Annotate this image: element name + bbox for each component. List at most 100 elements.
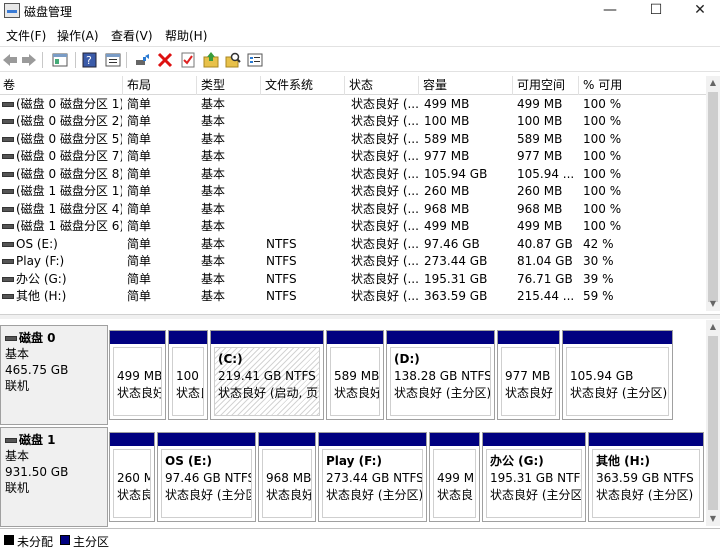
up-folder-icon[interactable] bbox=[202, 51, 220, 69]
partition-d-block[interactable]: (D:) 138.28 GB NTFS 状态良好 (主分区) bbox=[386, 330, 495, 420]
scroll-thumb[interactable] bbox=[708, 92, 718, 302]
partition-status: 状态良 bbox=[117, 488, 151, 502]
partition-size: 273.44 GB NTFS bbox=[326, 471, 423, 485]
check-icon[interactable] bbox=[179, 51, 197, 69]
disk-0-label[interactable]: 磁盘 0 基本 465.75 GB 联机 bbox=[0, 325, 108, 425]
partition-block[interactable]: 589 MB 状态良好 bbox=[326, 330, 384, 420]
table-row[interactable]: (磁盘 0 磁盘分区 5) 简单 基本 状态良好 (... 589 MB 589 MB 10… bbox=[0, 131, 706, 148]
partition-block[interactable]: 499 M 状态良 bbox=[429, 432, 480, 522]
partition-status: 状态良好 bbox=[117, 386, 162, 400]
column-header-capacity[interactable]: 容量 bbox=[420, 76, 513, 95]
partition-g-block[interactable]: 办公 (G:) 195.31 GB NTFS 状态良好 (主分区) bbox=[482, 432, 586, 522]
disk-name: 磁盘 1 bbox=[19, 433, 56, 447]
scroll-down-icon[interactable]: ▼ bbox=[706, 297, 720, 311]
partition-status: 状态良好 (主分区) bbox=[570, 386, 668, 400]
cell-type: 基本 bbox=[201, 114, 226, 129]
column-header-percent-free[interactable]: % 可用 bbox=[580, 76, 706, 95]
window-title: 磁盘管理 bbox=[24, 5, 73, 19]
scroll-down-icon[interactable]: ▼ bbox=[706, 512, 720, 526]
cell-status: 状态良好 (... bbox=[351, 271, 419, 286]
menu-file[interactable]: 文件(F) bbox=[6, 27, 46, 44]
volume-icon bbox=[2, 293, 14, 299]
partition-size: 499 MB bbox=[117, 369, 162, 383]
table-row[interactable]: (磁盘 0 磁盘分区 1) 简单 基本 状态良好 (... 499 MB 499 MB 10… bbox=[0, 96, 706, 113]
pane-splitter[interactable] bbox=[0, 314, 720, 319]
column-header-free-space[interactable]: 可用空间 bbox=[514, 76, 579, 95]
cell-capacity: 589 MB bbox=[424, 131, 470, 146]
back-icon[interactable] bbox=[1, 51, 19, 69]
volume-list-scrollbar[interactable]: ▲ ▼ bbox=[706, 76, 720, 311]
partition-block[interactable]: 100 M 状态良 bbox=[168, 330, 208, 420]
partition-block[interactable]: 977 MB 状态良好 bbox=[497, 330, 560, 420]
cell-capacity: 100 MB bbox=[424, 114, 470, 129]
volume-list-header: 卷 布局 类型 文件系统 状态 容量 可用空间 % 可用 bbox=[0, 76, 706, 95]
table-row[interactable]: OS (E:) 简单 基本 NTFS 状态良好 (... 97.46 GB 40.87 GB… bbox=[0, 236, 706, 253]
help-icon[interactable]: ? bbox=[81, 51, 99, 69]
menu-action[interactable]: 操作(A) bbox=[57, 27, 99, 44]
menu-view[interactable]: 查看(V) bbox=[111, 27, 153, 44]
disk-icon bbox=[5, 336, 17, 341]
partition-e-block[interactable]: OS (E:) 97.46 GB NTFS 状态良好 (主分区 bbox=[157, 432, 256, 522]
cell-layout: 简单 bbox=[127, 166, 152, 181]
disk-type: 基本 bbox=[5, 347, 30, 361]
column-header-layout[interactable]: 布局 bbox=[124, 76, 197, 95]
cell-percent-free: 100 % bbox=[583, 114, 622, 129]
properties-icon[interactable] bbox=[104, 51, 122, 69]
table-row[interactable]: 办公 (G:) 简单 基本 NTFS 状态良好 (... 195.31 GB 76.71 G… bbox=[0, 271, 706, 288]
volume-icon bbox=[2, 224, 14, 230]
delete-icon[interactable] bbox=[156, 51, 174, 69]
partition-block[interactable]: 105.94 GB 状态良好 (主分区) bbox=[562, 330, 673, 420]
partition-block[interactable]: 260 M 状态良 bbox=[109, 432, 155, 522]
disk-state: 联机 bbox=[5, 481, 30, 495]
cell-capacity: 363.59 GB bbox=[424, 288, 488, 303]
console-tree-icon[interactable] bbox=[51, 51, 69, 69]
table-row[interactable]: (磁盘 1 磁盘分区 6) 简单 基本 状态良好 (... 499 MB 499 MB 10… bbox=[0, 218, 706, 235]
forward-icon[interactable] bbox=[20, 51, 38, 69]
connect-icon[interactable] bbox=[133, 51, 151, 69]
partition-block[interactable]: 968 MB 状态良好 bbox=[258, 432, 316, 522]
partition-name: (C:) bbox=[218, 352, 243, 366]
column-header-status[interactable]: 状态 bbox=[346, 76, 419, 95]
cell-capacity: 977 MB bbox=[424, 149, 470, 164]
column-header-filesystem[interactable]: 文件系统 bbox=[262, 76, 345, 95]
table-row[interactable]: (磁盘 0 磁盘分区 8) 简单 基本 状态良好 (... 105.94 GB 105.9… bbox=[0, 166, 706, 183]
disk-1-label[interactable]: 磁盘 1 基本 931.50 GB 联机 bbox=[0, 427, 108, 527]
partition-block[interactable]: 499 MB 状态良好 bbox=[109, 330, 166, 420]
volume-icon bbox=[2, 154, 14, 160]
volume-icon bbox=[2, 189, 14, 195]
table-row[interactable]: 其他 (H:) 简单 基本 NTFS 状态良好 (... 363.59 GB 215.44 … bbox=[0, 288, 706, 305]
cell-layout: 简单 bbox=[127, 97, 152, 111]
table-row[interactable]: Play (F:) 简单 基本 NTFS 状态良好 (... 273.44 GB 81.04… bbox=[0, 253, 706, 270]
settings-icon[interactable] bbox=[246, 51, 264, 69]
partition-f-block[interactable]: Play (F:) 273.44 GB NTFS 状态良好 (主分区) bbox=[318, 432, 427, 522]
cell-layout: 简单 bbox=[127, 149, 152, 164]
close-button[interactable]: ✕ bbox=[678, 0, 720, 22]
disk-view-scrollbar[interactable]: ▲ ▼ bbox=[706, 320, 720, 526]
scroll-thumb[interactable] bbox=[708, 336, 718, 510]
find-icon[interactable] bbox=[224, 51, 242, 69]
partition-c-block[interactable]: (C:) 219.41 GB NTFS 状态良好 (启动, 页面 bbox=[210, 330, 324, 420]
cell-type: 基本 bbox=[201, 149, 226, 164]
table-row[interactable]: (磁盘 0 磁盘分区 7) 简单 基本 状态良好 (... 977 MB 977 MB 10… bbox=[0, 148, 706, 165]
minimize-button[interactable]: — bbox=[588, 0, 632, 22]
table-row[interactable]: (磁盘 1 磁盘分区 1) 简单 基本 状态良好 (... 260 MB 260 MB 10… bbox=[0, 183, 706, 200]
cell-layout: 简单 bbox=[127, 114, 152, 129]
cell-capacity: 97.46 GB bbox=[424, 236, 480, 251]
table-row[interactable]: (磁盘 0 磁盘分区 2) 简单 基本 状态良好 (... 100 MB 100 MB 10… bbox=[0, 113, 706, 130]
scroll-up-icon[interactable]: ▲ bbox=[706, 320, 720, 334]
volume-icon bbox=[2, 171, 14, 177]
table-row[interactable]: (磁盘 1 磁盘分区 4) 简单 基本 状态良好 (... 968 MB 968 MB 10… bbox=[0, 201, 706, 218]
cell-filesystem bbox=[266, 148, 346, 165]
partition-name: 办公 (G:) bbox=[490, 454, 544, 468]
scroll-up-icon[interactable]: ▲ bbox=[706, 76, 720, 90]
cell-free-space: 105.94 ... bbox=[517, 166, 575, 181]
column-header-type[interactable]: 类型 bbox=[198, 76, 261, 95]
partition-h-block[interactable]: 其他 (H:) 363.59 GB NTFS 状态良好 (主分区) bbox=[588, 432, 704, 522]
cell-status: 状态良好 (... bbox=[351, 166, 419, 181]
menu-help[interactable]: 帮助(H) bbox=[165, 27, 207, 44]
maximize-button[interactable]: ☐ bbox=[634, 0, 678, 22]
volume-icon bbox=[2, 276, 14, 282]
disk-icon bbox=[5, 438, 17, 443]
disk-1-partitions: 260 M 状态良 OS (E:) 97.46 GB NTFS 状态良好 (主分区 9… bbox=[109, 427, 706, 527]
column-header-volume[interactable]: 卷 bbox=[0, 76, 123, 95]
